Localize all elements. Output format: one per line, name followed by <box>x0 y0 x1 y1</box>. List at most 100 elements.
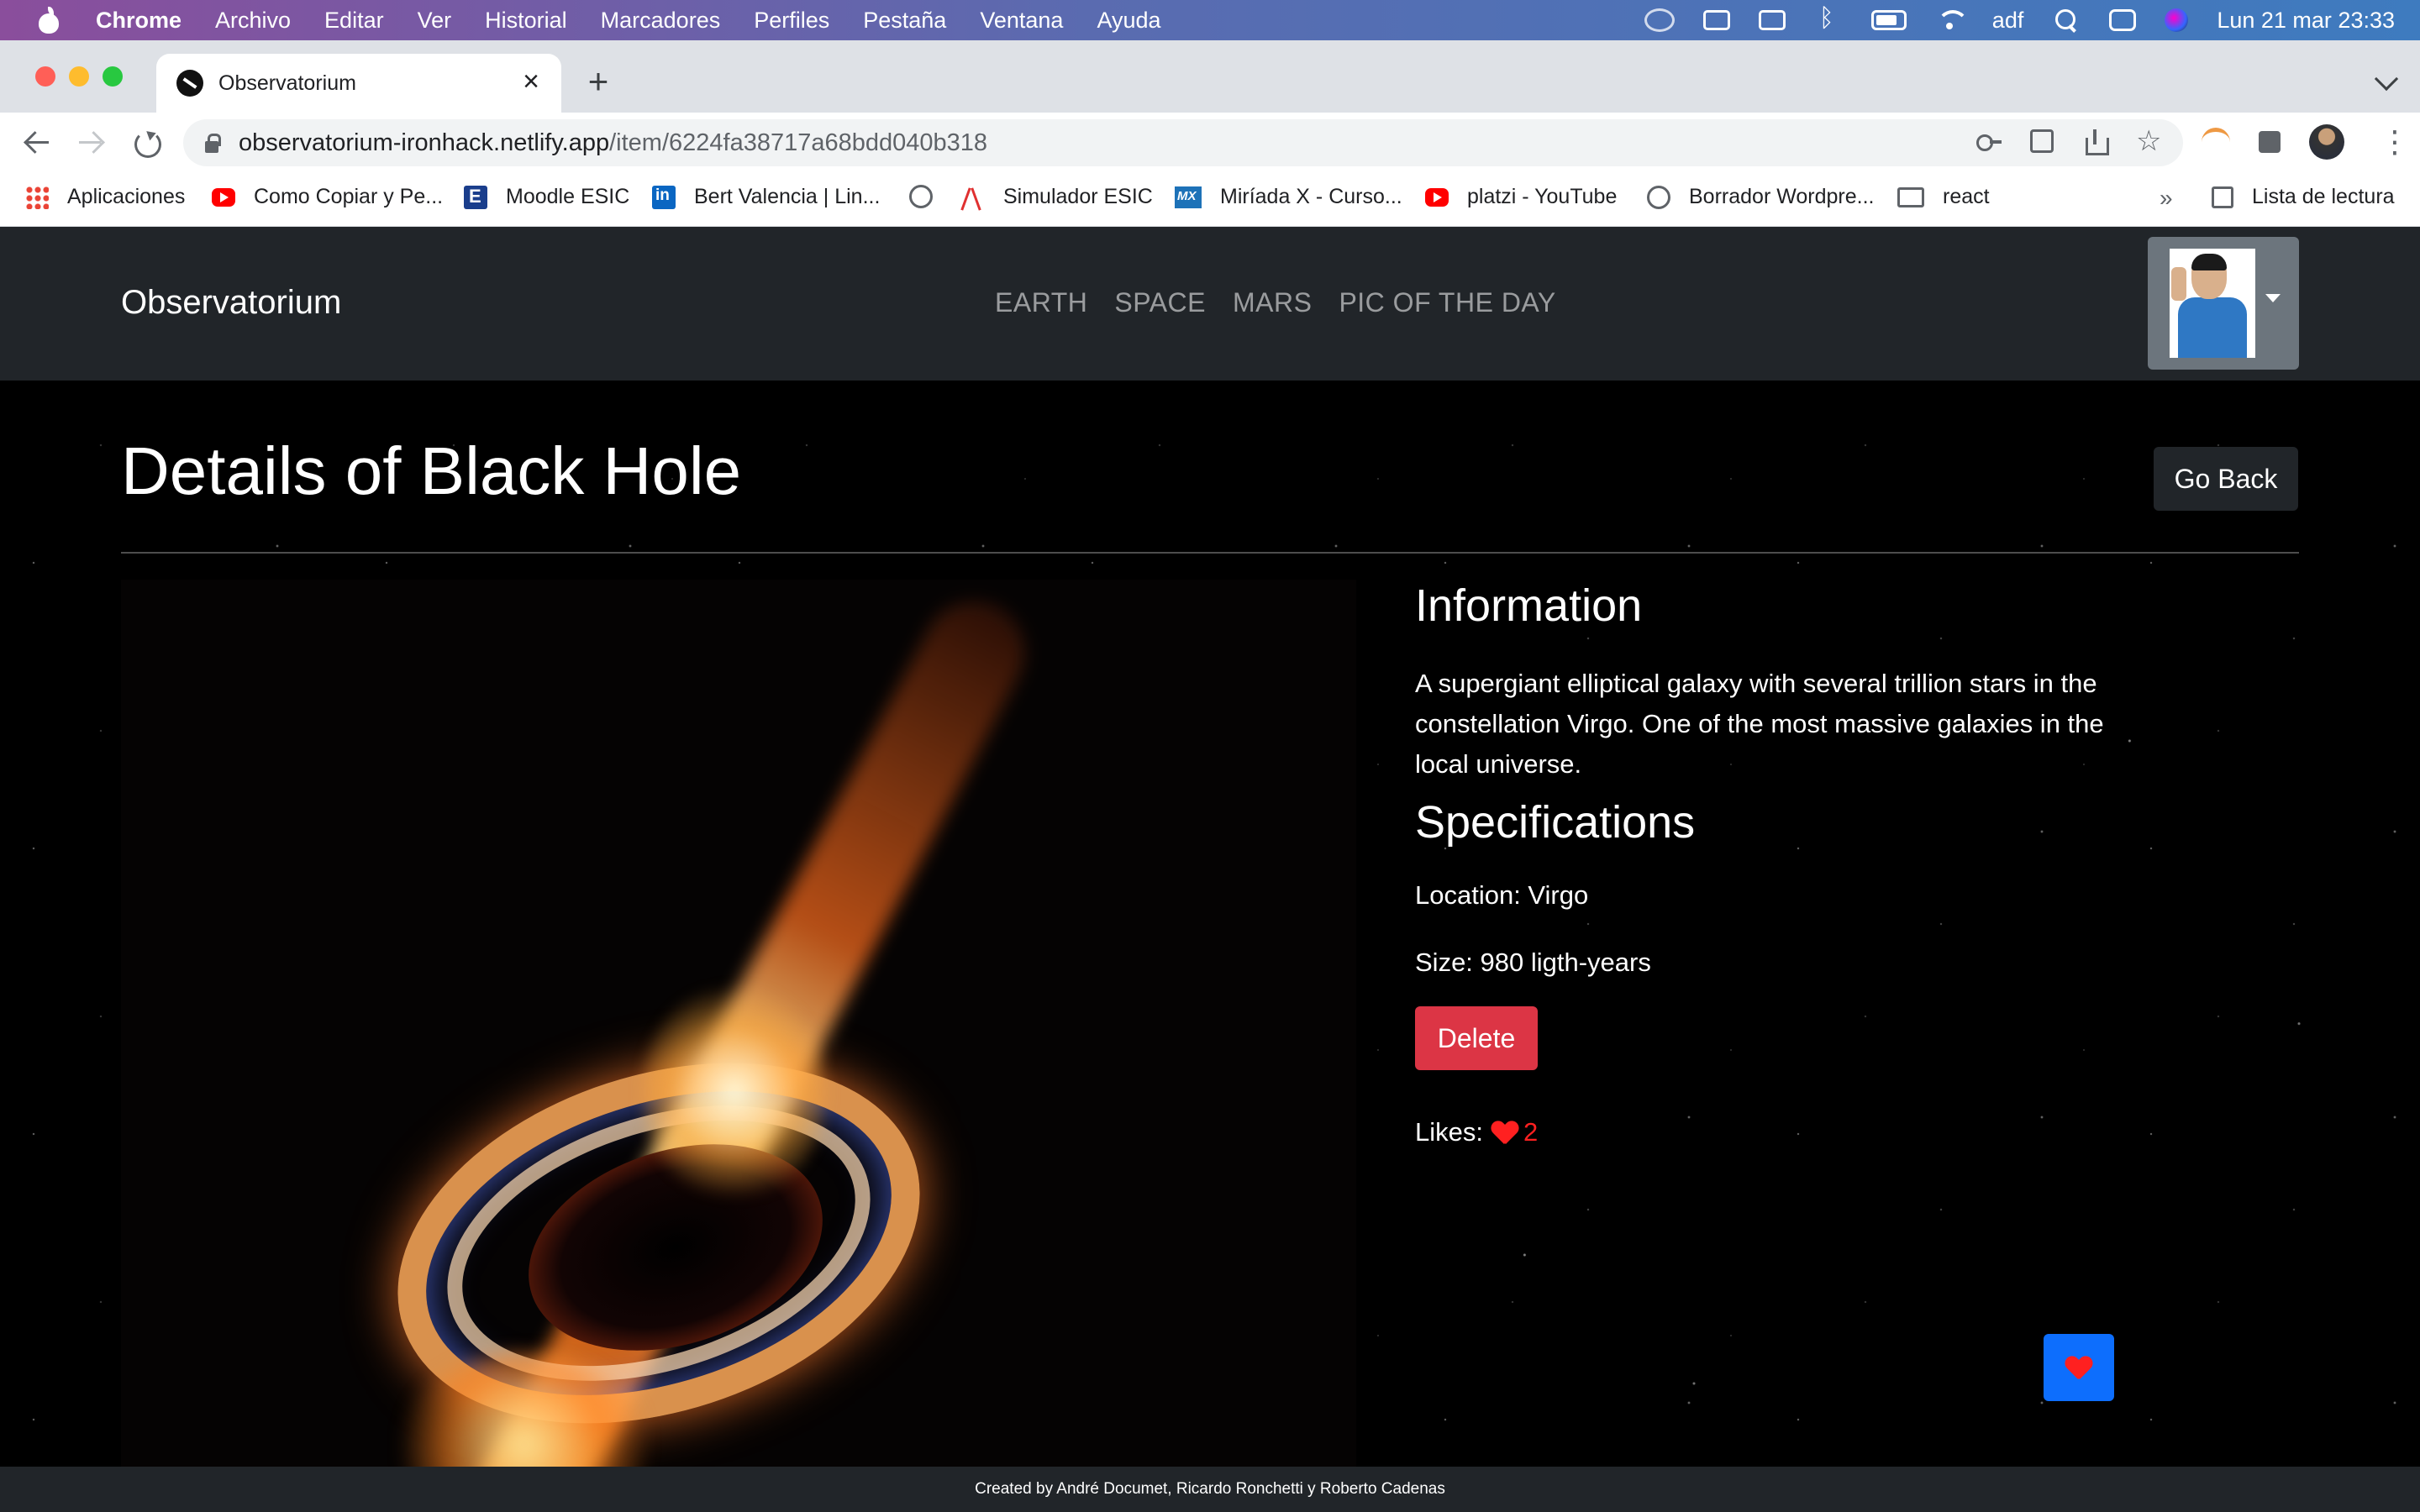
information-heading: Information <box>1415 580 1643 631</box>
menu-historial[interactable]: Historial <box>485 8 567 34</box>
creative-cloud-icon[interactable] <box>1644 8 1675 32</box>
bookmark-label: platzi - YouTube <box>1467 185 1618 208</box>
menu-bar-clock[interactable]: Lun 21 mar 23:33 <box>2217 8 2395 34</box>
youtube-icon <box>212 187 235 207</box>
bookmark-label: Miríada X - Curso... <box>1220 185 1402 208</box>
menu-pestana[interactable]: Pestaña <box>863 8 946 34</box>
heart-icon <box>1491 1120 1518 1145</box>
chrome-menu-icon[interactable] <box>2373 124 2410 160</box>
title-divider <box>121 552 2299 554</box>
bookmark-star-icon[interactable] <box>2136 124 2161 158</box>
youtube-icon <box>1425 187 1449 207</box>
go-back-button[interactable]: Go Back <box>2154 447 2298 511</box>
esic-icon <box>464 185 487 209</box>
new-tab-button[interactable]: + <box>581 64 615 99</box>
tab-observatorium[interactable]: Observatorium × <box>156 54 561 113</box>
bookmark-label: Como Copiar y Pe... <box>254 185 444 208</box>
battery-icon[interactable] <box>1870 10 1907 30</box>
menu-marcadores[interactable]: Marcadores <box>601 8 721 34</box>
forward-arrow-icon[interactable] <box>76 128 106 158</box>
reload-icon[interactable] <box>131 128 161 158</box>
menu-bar-user[interactable]: adf <box>1992 8 2024 34</box>
extensions-area <box>2202 124 2410 160</box>
bookmarks-overflow-icon[interactable]: » <box>2160 185 2173 212</box>
nav-pic-of-the-day[interactable]: PIC OF THE DAY <box>1339 287 1555 318</box>
site-navbar: Observatorium EARTH SPACE MARS PIC OF TH… <box>0 227 2420 381</box>
lock-icon[interactable] <box>203 133 221 153</box>
likes-count: 2 <box>1523 1117 1539 1147</box>
menu-archivo[interactable]: Archivo <box>215 8 291 34</box>
browser-toolbar: observatorium-ironhack.netlify.app/item/… <box>0 113 2420 173</box>
url-text[interactable]: observatorium-ironhack.netlify.app/item/… <box>239 129 987 157</box>
bookmark-como-copiar[interactable]: Como Copiar y Pe... <box>212 185 443 209</box>
delete-button[interactable]: Delete <box>1415 1006 1538 1070</box>
nav-earth[interactable]: EARTH <box>995 287 1087 318</box>
close-window-button[interactable] <box>35 66 55 87</box>
siri-icon[interactable] <box>2165 8 2189 32</box>
bookmark-aplicaciones[interactable]: Aplicaciones <box>25 185 185 209</box>
miriadax-icon <box>1175 186 1202 208</box>
address-bar-actions <box>1976 124 2161 158</box>
control-center-icon[interactable] <box>2109 9 2137 31</box>
page-title: Details of Black Hole <box>121 433 742 508</box>
extensions-puzzle-icon[interactable] <box>2259 131 2281 153</box>
share-icon[interactable] <box>2082 129 2109 155</box>
reading-list-icon <box>2212 186 2233 208</box>
bookmark-bert-valencia[interactable]: Bert Valencia | Lin... <box>652 185 880 209</box>
nav-space[interactable]: SPACE <box>1114 287 1206 318</box>
bookmark-globe[interactable] <box>909 185 951 208</box>
specifications-heading: Specifications <box>1415 797 1696 848</box>
bluetooth-icon[interactable] <box>1814 4 1843 33</box>
user-avatar <box>2170 249 2255 358</box>
url-host: observatorium-ironhack.netlify.app <box>239 129 610 156</box>
address-bar[interactable]: observatorium-ironhack.netlify.app/item/… <box>183 119 2183 166</box>
globe-icon <box>1647 185 1670 209</box>
bookmark-miriada-x[interactable]: Miríada X - Curso... <box>1175 185 1402 209</box>
bookmark-platzi-youtube[interactable]: platzi - YouTube <box>1425 185 1617 209</box>
minimize-window-button[interactable] <box>69 66 89 87</box>
description-text: A supergiant elliptical galaxy with seve… <box>1415 669 2104 779</box>
close-tab-icon[interactable]: × <box>519 67 543 96</box>
bookmark-simulador-esic[interactable]: Simulador ESIC <box>961 185 1153 209</box>
reading-list[interactable]: Lista de lectura <box>2212 185 2395 209</box>
bookmarks-bar: Aplicaciones Como Copiar y Pe... Moodle … <box>0 173 2420 227</box>
menu-ventana[interactable]: Ventana <box>980 8 1063 34</box>
translate-icon[interactable] <box>2030 129 2054 153</box>
display-icon[interactable] <box>1758 10 1786 30</box>
url-path: /item/6224fa38717a68bdd040b318 <box>609 129 988 156</box>
bookmark-label: Aplicaciones <box>67 185 186 208</box>
size-text: Size: 980 ligth-years <box>1415 948 1651 977</box>
keyboard-icon[interactable] <box>1702 10 1730 30</box>
user-menu-dropdown[interactable] <box>2148 237 2299 370</box>
apple-icon[interactable] <box>37 7 60 34</box>
linkedin-icon <box>652 185 676 209</box>
menu-perfiles[interactable]: Perfiles <box>754 8 829 34</box>
macos-menu-bar: Chrome Archivo Editar Ver Historial Marc… <box>0 0 2420 40</box>
heart-icon <box>2065 1355 2092 1380</box>
wifi-icon[interactable] <box>1935 8 1969 32</box>
back-arrow-icon[interactable] <box>22 128 52 158</box>
fullscreen-window-button[interactable] <box>103 66 123 87</box>
likes-label: Likes: <box>1415 1117 1483 1147</box>
like-button[interactable] <box>2044 1334 2114 1401</box>
profile-avatar[interactable] <box>2309 124 2344 160</box>
menu-app-name[interactable]: Chrome <box>96 8 182 34</box>
bookmark-react-folder[interactable]: react <box>1897 185 1990 209</box>
observatorium-favicon-icon <box>176 70 203 97</box>
tab-search-chevron-icon[interactable] <box>2374 66 2399 92</box>
spotlight-icon[interactable] <box>2052 9 2081 31</box>
menu-editar[interactable]: Editar <box>324 8 384 34</box>
menu-ver[interactable]: Ver <box>418 8 452 34</box>
bookmark-moodle-esic[interactable]: Moodle ESIC <box>464 185 629 209</box>
menu-bar-status: adf Lun 21 mar 23:33 <box>1644 0 2395 40</box>
extension-rainbow-icon[interactable] <box>2202 128 2230 156</box>
apps-grid-icon <box>25 185 49 209</box>
tab-title: Observatorium <box>218 71 356 95</box>
bookmark-borrador-wordpress[interactable]: Borrador Wordpre... <box>1647 185 1874 209</box>
site-nav-links: EARTH SPACE MARS PIC OF THE DAY <box>995 287 1556 318</box>
password-key-icon[interactable] <box>1976 129 2002 155</box>
site-brand[interactable]: Observatorium <box>121 284 341 322</box>
nav-mars[interactable]: MARS <box>1233 287 1312 318</box>
menu-ayuda[interactable]: Ayuda <box>1097 8 1160 34</box>
simulador-icon <box>961 186 985 209</box>
